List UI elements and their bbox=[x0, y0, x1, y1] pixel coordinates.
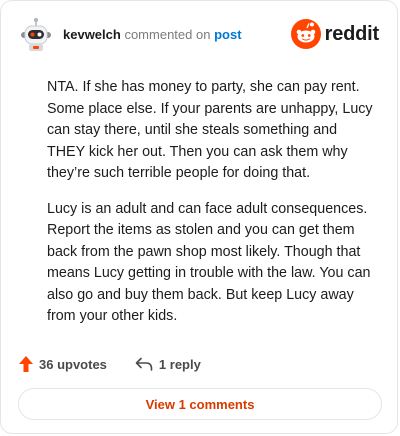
comment-body: NTA. If she has money to party, she can … bbox=[47, 77, 377, 342]
robot-avatar-icon bbox=[21, 18, 51, 51]
reddit-logo[interactable]: reddit bbox=[290, 19, 380, 49]
reddit-logo-icon bbox=[290, 19, 321, 49]
reddit-wordmark: reddit bbox=[324, 22, 380, 45]
author-line: kevwelch commented on post bbox=[63, 27, 242, 43]
comment-header: kevwelch commented on post reddit bbox=[19, 17, 381, 53]
upvote-count: 36 upvotes bbox=[39, 356, 107, 372]
upvote-button[interactable]: 36 upvotes bbox=[19, 356, 107, 372]
comment-actions: 36 upvotes 1 reply bbox=[19, 353, 201, 375]
comment-paragraph: NTA. If she has money to party, she can … bbox=[47, 79, 373, 181]
reply-arrow-icon bbox=[135, 357, 153, 371]
reply-count: 1 reply bbox=[158, 356, 201, 372]
post-link[interactable]: post bbox=[214, 27, 241, 42]
avatar[interactable] bbox=[19, 17, 53, 53]
upvote-arrow-icon bbox=[19, 356, 33, 372]
reply-button[interactable]: 1 reply bbox=[135, 357, 201, 372]
comment-card: kevwelch commented on post reddit NTA. I… bbox=[0, 0, 398, 434]
view-comments-button[interactable]: View 1 comments bbox=[18, 388, 382, 420]
username-link[interactable]: kevwelch bbox=[63, 27, 121, 42]
comment-paragraph: Lucy is an adult and can face adult cons… bbox=[47, 200, 371, 325]
comment-action-text: commented on bbox=[124, 27, 211, 42]
